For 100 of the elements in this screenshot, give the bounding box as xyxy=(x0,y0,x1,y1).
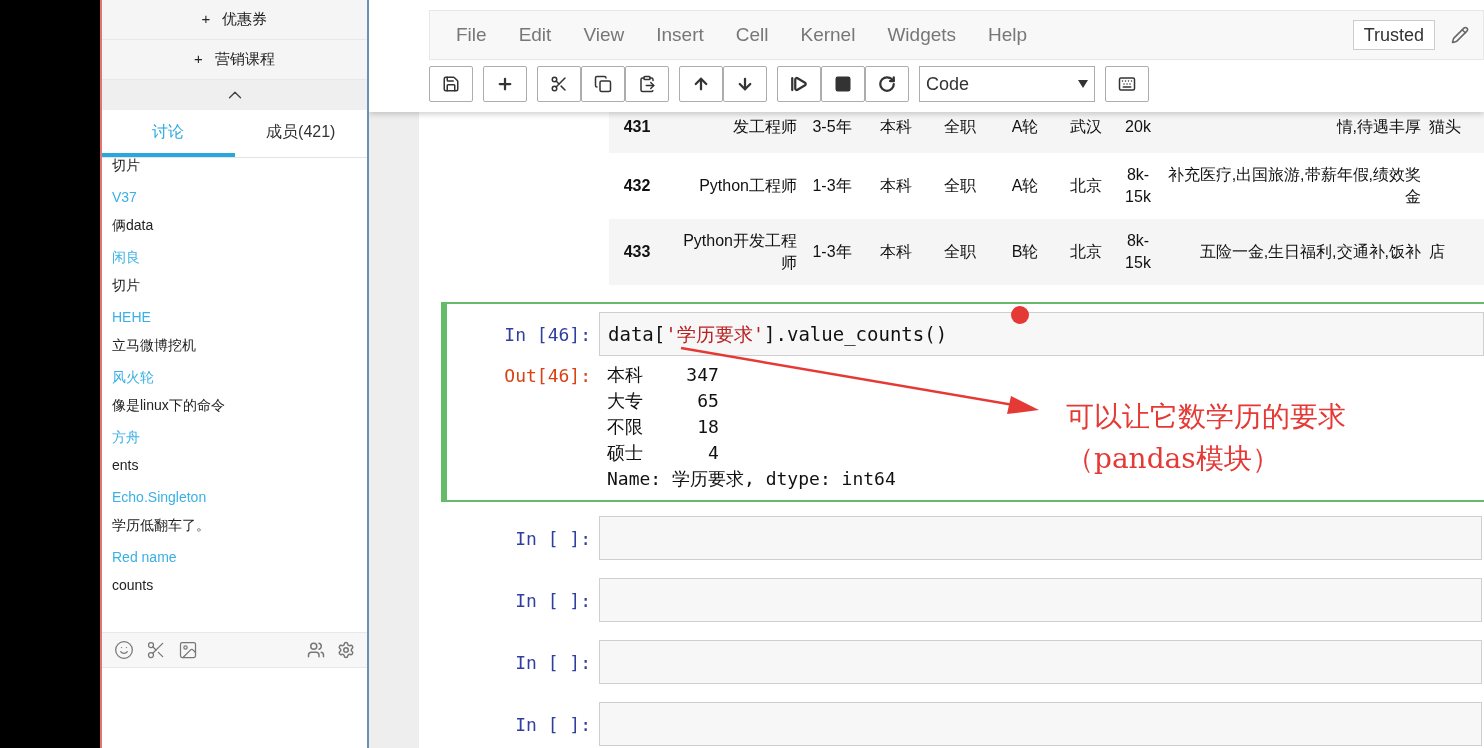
notebook-cell[interactable]: In [ ]: xyxy=(441,636,1484,688)
edit-icon[interactable] xyxy=(1451,26,1469,44)
output-line: 本科 347 xyxy=(607,363,720,387)
clipboard-icon xyxy=(638,75,656,93)
code-input[interactable] xyxy=(599,516,1482,560)
keyboard-button[interactable] xyxy=(1105,66,1149,102)
add-cell-button[interactable] xyxy=(483,66,527,102)
run-button[interactable] xyxy=(777,66,821,102)
input-prompt: In [ ]: xyxy=(514,712,592,737)
notebook-cell[interactable]: In [ ]: xyxy=(441,574,1484,626)
sidebar-tab[interactable]: 成员(421) xyxy=(234,110,367,157)
table-cell-text: B轮 xyxy=(1011,242,1039,262)
emoji-icon[interactable] xyxy=(114,640,134,660)
table-cell-text: 本科 xyxy=(880,242,912,262)
copy-icon xyxy=(594,75,612,93)
table-cell-text: 店 xyxy=(1429,242,1445,262)
chat-message: 切片 xyxy=(112,158,141,175)
keyboard-icon xyxy=(1118,75,1136,93)
table-cell-text: 武汉 xyxy=(1070,116,1102,137)
output-line: 不限 18 xyxy=(607,415,720,439)
notebook-cell[interactable]: In [ ]: xyxy=(441,512,1484,564)
menu-item[interactable]: File xyxy=(444,20,499,50)
table-cell-text: 3-5年 xyxy=(812,116,852,137)
table-cell-text: Python开发工程师 xyxy=(682,231,797,273)
table-cell-text: 全职 xyxy=(944,176,976,196)
table-cell-text: 8k-15k xyxy=(1124,231,1152,273)
sender-name: Echo.Singleton xyxy=(112,488,208,507)
menu-item[interactable]: View xyxy=(571,20,637,50)
table-cell-text: 433 xyxy=(623,242,651,262)
restart-button[interactable] xyxy=(865,66,909,102)
annotation-text: 可以让它数学历的要求 xyxy=(1066,399,1346,435)
cell-type-select[interactable]: Code xyxy=(919,66,1095,102)
move-up-button[interactable] xyxy=(679,66,723,102)
chat-message: 学历低翻车了。 xyxy=(112,516,211,535)
output-prompt: Out[46]: xyxy=(503,364,592,388)
input-prompt: In [ ]: xyxy=(514,526,592,551)
image-icon[interactable] xyxy=(178,640,198,660)
scissors-icon[interactable] xyxy=(146,640,166,660)
table-cell-text: 北京 xyxy=(1070,242,1102,262)
output-line: Name: 学历要求, dtype: int64 xyxy=(607,467,896,491)
menu-item[interactable]: Insert xyxy=(644,20,716,50)
move-down-button[interactable] xyxy=(723,66,767,102)
input-prompt: In [46]: xyxy=(503,322,592,347)
table-cell-text: 1-3年 xyxy=(812,242,852,262)
restart-icon xyxy=(878,75,896,93)
table-cell-text: 1-3年 xyxy=(812,176,852,196)
copy-button[interactable] xyxy=(581,66,625,102)
step-forward-icon xyxy=(790,75,808,93)
stop-button[interactable] xyxy=(821,66,865,102)
chat-message: 立马微博挖机 xyxy=(112,336,197,355)
table-cell-text: Python工程师 xyxy=(699,176,797,196)
chat-message: ents xyxy=(112,456,140,475)
sender-name: 方舟 xyxy=(112,428,141,447)
paste-button[interactable] xyxy=(625,66,669,102)
table-cell-text: 猫头 xyxy=(1429,116,1461,137)
table-cell-text: 情,待遇丰厚 xyxy=(1336,116,1421,137)
code-input[interactable] xyxy=(599,640,1482,684)
code-input[interactable] xyxy=(599,578,1482,622)
plus-icon xyxy=(496,75,514,93)
table-cell-text: 北京 xyxy=(1070,176,1102,196)
table-cell-text: 20k xyxy=(1125,116,1151,137)
table-cell-text: 全职 xyxy=(944,116,976,137)
save-button[interactable] xyxy=(429,66,473,102)
output-line: 硕士 4 xyxy=(607,441,720,465)
annotation-text: （pandas模块） xyxy=(1066,441,1281,477)
menu-item[interactable]: Widgets xyxy=(875,20,969,50)
save-icon xyxy=(442,75,460,93)
sender-name: 风火轮 xyxy=(112,368,155,387)
sender-name: HEHE xyxy=(112,308,152,327)
code-input[interactable] xyxy=(599,702,1482,746)
sender-name: Red name xyxy=(112,548,178,567)
table-cell-text: A轮 xyxy=(1011,176,1039,196)
trusted-button[interactable]: Trusted xyxy=(1352,20,1435,50)
notebook-cell[interactable]: In [ ]: xyxy=(441,698,1484,748)
input-prompt: In [ ]: xyxy=(514,588,592,613)
table-cell-text: 补充医疗,出国旅游,带薪年假,绩效奖金 xyxy=(1167,165,1421,207)
table-cell-text: 全职 xyxy=(944,242,976,262)
table-cell-text: 8k-15k xyxy=(1124,165,1152,207)
table-cell-text: 431 xyxy=(623,116,651,137)
members-icon[interactable] xyxy=(307,641,325,659)
sidebar-action-button[interactable]: + 营销课程 xyxy=(102,40,367,80)
table-cell-text: A轮 xyxy=(1011,116,1039,137)
code-input[interactable]: data['学历要求'].value_counts() xyxy=(599,312,1484,356)
menu-item[interactable]: Cell xyxy=(723,20,781,50)
cut-button[interactable] xyxy=(537,66,581,102)
table-cell-text: 本科 xyxy=(880,116,912,137)
output-line: 大专 65 xyxy=(607,389,720,413)
settings-icon[interactable] xyxy=(337,641,355,659)
table-cell-text: 五险一金,生日福利,交通补,饭补 xyxy=(1199,242,1421,262)
square-icon xyxy=(834,75,852,93)
table-cell-text: 发工程师 xyxy=(733,116,797,137)
sender-name: V37 xyxy=(112,188,138,207)
menu-item[interactable]: Help xyxy=(976,20,1040,50)
table-cell-text: 本科 xyxy=(880,176,912,196)
arrow-down-icon xyxy=(736,75,754,93)
menu-item[interactable]: Edit xyxy=(506,20,564,50)
sidebar-action-button[interactable]: + 优惠券 xyxy=(102,0,367,40)
chat-message: counts xyxy=(112,576,155,595)
chat-message: 俩data xyxy=(112,216,155,235)
menu-item[interactable]: Kernel xyxy=(788,20,868,50)
